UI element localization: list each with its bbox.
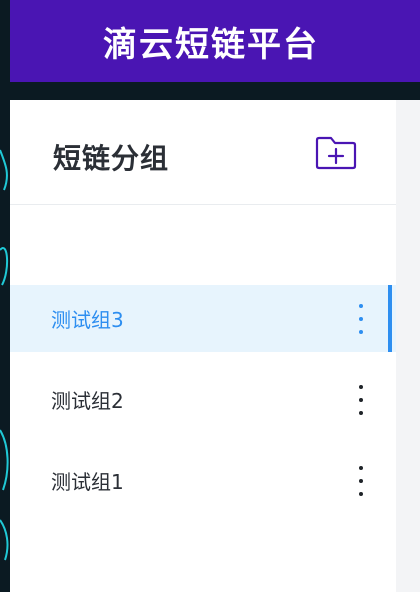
more-vertical-icon[interactable] [352, 466, 370, 496]
group-label: 测试组3 [51, 308, 124, 332]
group-list: 测试组3 测试组2 测试组1 [10, 285, 396, 528]
group-label: 测试组1 [51, 470, 124, 494]
panel-header: 短链分组 [10, 100, 396, 205]
group-item-3[interactable]: 测试组3 [10, 285, 396, 352]
group-item-1[interactable]: 测试组1 [10, 447, 396, 514]
folder-plus-icon [315, 136, 357, 170]
add-group-button[interactable] [313, 130, 359, 172]
right-gutter [396, 100, 420, 592]
group-item-2[interactable]: 测试组2 [10, 366, 396, 433]
more-vertical-icon[interactable] [352, 304, 370, 334]
panel-title: 短链分组 [53, 142, 170, 175]
app-window: 滴云短链平台 短链分组 测试组3 测试组2 测试组1 [0, 0, 420, 592]
group-label: 测试组2 [51, 389, 124, 413]
group-panel: 短链分组 测试组3 测试组2 测试组1 [10, 100, 396, 592]
app-header: 滴云短链平台 [10, 0, 420, 82]
more-vertical-icon[interactable] [352, 385, 370, 415]
app-title: 滴云短链平台 [103, 24, 319, 65]
